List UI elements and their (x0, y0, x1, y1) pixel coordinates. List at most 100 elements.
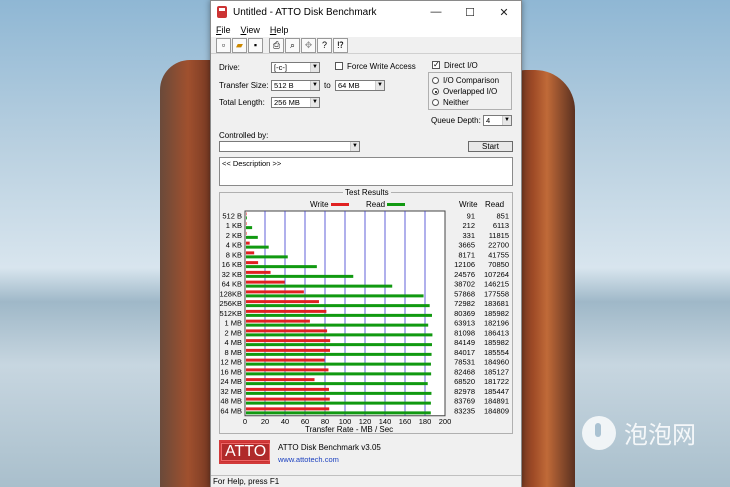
write-bar (246, 309, 327, 313)
y-tick-label: 1 KB (226, 221, 242, 230)
y-tick-label: 12 MB (220, 358, 242, 367)
write-value: 83769 (454, 397, 475, 406)
write-value: 84017 (454, 348, 475, 357)
y-tick-label: 16 MB (220, 367, 242, 376)
y-tick-label: 2 MB (224, 328, 242, 337)
transfer-from-select[interactable]: 512 B ▼ (271, 80, 320, 91)
controlled-by-label: Controlled by: (219, 131, 269, 140)
menu-help-rest: elp (276, 25, 289, 35)
io-comparison-radio[interactable] (432, 77, 439, 84)
menu-view[interactable]: View (241, 25, 260, 35)
total-length-label: Total Length: (219, 98, 265, 107)
read-bar (246, 313, 432, 317)
y-tick-label: 32 MB (220, 387, 242, 396)
read-bar (246, 226, 253, 230)
chart-title: Test Results (343, 188, 391, 197)
drive-label: Drive: (219, 63, 240, 72)
start-button[interactable]: Start (468, 141, 513, 152)
y-tick-label: 128KB (219, 289, 242, 298)
write-value: 24576 (454, 270, 475, 279)
queue-depth-value: 4 (486, 116, 491, 125)
open-icon[interactable]: ▰ (232, 38, 247, 53)
read-value: 181722 (484, 377, 509, 386)
read-value: 182196 (484, 319, 509, 328)
write-value: 212 (462, 221, 475, 230)
controlled-by-select[interactable]: ▼ (219, 141, 360, 152)
chevron-down-icon: ▼ (310, 81, 319, 90)
write-value: 80369 (454, 309, 475, 318)
y-tick-label: 64 MB (220, 406, 242, 415)
y-tick-label: 16 KB (222, 260, 242, 269)
toolbar: ▫ ▰ ▪ ⎙ ⌕ ✥ ? ⁉ (211, 37, 521, 54)
maximize-button[interactable]: ☐ (453, 6, 487, 19)
y-tick-label: 1 MB (224, 319, 242, 328)
queue-depth-select[interactable]: 4 ▼ (483, 115, 512, 126)
watermark-logo-icon (582, 415, 616, 450)
direct-io-checkbox[interactable]: ✓ (432, 61, 440, 69)
menu-help[interactable]: Help (270, 25, 289, 35)
read-value: 851 (496, 211, 509, 220)
read-bar (246, 333, 433, 337)
write-value: 12106 (454, 260, 475, 269)
benchmark-chart: 0 20 40 60 80 100 120 140 160 180 200512 B 91 8511 K… (219, 210, 509, 426)
new-icon[interactable]: ▫ (216, 38, 231, 53)
read-bar (246, 401, 431, 405)
transfer-to-select[interactable]: 64 MB ▼ (335, 80, 385, 91)
move-icon[interactable]: ✥ (301, 38, 316, 53)
watermark-text: 泡泡网 (624, 421, 696, 449)
help-icon[interactable]: ? (317, 38, 332, 53)
neither-radio[interactable] (432, 99, 439, 106)
read-value: 6113 (493, 221, 509, 230)
y-tick-label: 4 KB (226, 241, 242, 250)
read-bar (246, 304, 430, 308)
context-help-icon[interactable]: ⁉ (333, 38, 348, 53)
read-value: 177558 (484, 289, 509, 298)
write-bar (246, 348, 331, 352)
minimize-button[interactable]: — (419, 6, 453, 18)
read-value: 41755 (488, 250, 509, 259)
total-length-select[interactable]: 256 MB ▼ (271, 97, 320, 108)
save-icon[interactable]: ▪ (248, 38, 263, 53)
direct-io-label: Direct I/O (444, 61, 478, 70)
write-bar (246, 378, 315, 382)
chevron-down-icon: ▼ (310, 98, 319, 107)
menu-bar: File View Help (211, 23, 521, 37)
read-value: 185982 (484, 338, 509, 347)
read-bar (246, 362, 431, 366)
menu-file-rest: ile (221, 25, 231, 35)
website-link[interactable]: www.attotech.com (278, 455, 339, 464)
write-value: 38702 (454, 280, 475, 289)
read-value: 185447 (484, 387, 509, 396)
chevron-down-icon: ▼ (375, 81, 384, 90)
transfer-from-value: 512 B (274, 81, 294, 90)
write-value: 81098 (454, 328, 475, 337)
drive-value: [-c-] (274, 63, 287, 72)
window-title: Untitled - ATTO Disk Benchmark (233, 6, 377, 18)
print-icon[interactable]: ⎙ (269, 38, 284, 53)
description-field[interactable]: << Description >> (219, 157, 513, 186)
overlapped-io-radio[interactable] (432, 88, 439, 95)
read-value: 185554 (484, 348, 509, 357)
read-bar (246, 265, 317, 269)
write-value: 63913 (454, 319, 475, 328)
write-value: 72982 (454, 299, 475, 308)
read-value: 184891 (484, 397, 509, 406)
transfer-to-value: 64 MB (338, 81, 360, 90)
read-bar (246, 245, 269, 249)
read-value: 11815 (489, 231, 509, 240)
menu-file[interactable]: File (216, 25, 231, 35)
read-bar (246, 216, 247, 220)
read-value: 184809 (484, 406, 509, 415)
read-value: 185127 (484, 367, 509, 376)
drive-select[interactable]: [-c-] ▼ (271, 62, 320, 73)
write-bar (246, 212, 247, 216)
atto-logo[interactable]: ATTO (219, 440, 271, 464)
chevron-down-icon: ▼ (310, 63, 319, 72)
print-preview-icon[interactable]: ⌕ (285, 38, 300, 53)
write-value: 3665 (458, 241, 475, 250)
x-tick-label: 20 (261, 417, 269, 426)
read-bar (246, 294, 424, 298)
close-button[interactable]: ✕ (487, 6, 521, 19)
force-write-checkbox[interactable] (335, 62, 343, 70)
write-bar (246, 339, 331, 343)
